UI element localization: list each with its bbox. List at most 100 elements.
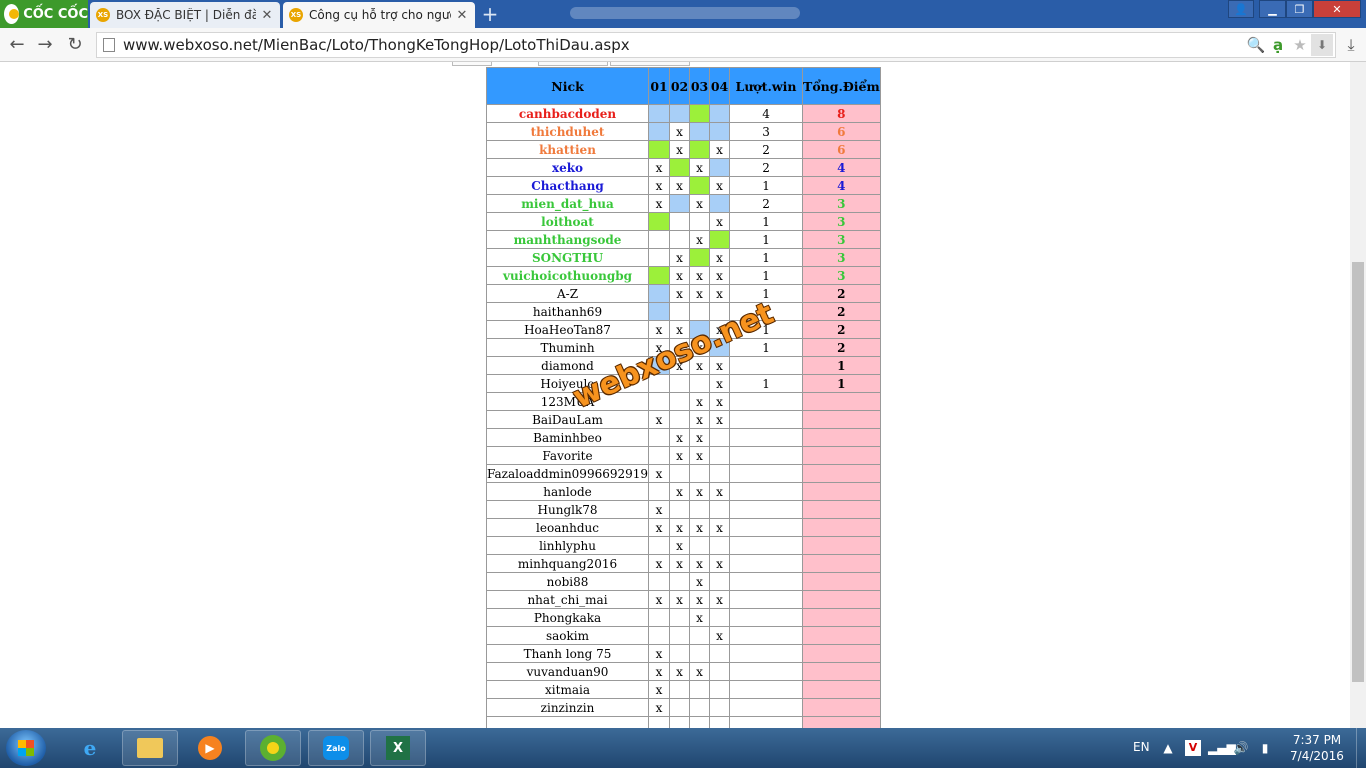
system-clock[interactable]: 7:37 PM 7/4/2016: [1286, 732, 1348, 764]
round-cell: [689, 104, 711, 123]
maximize-icon[interactable]: ❐: [1286, 0, 1313, 18]
network-signal-icon[interactable]: ▂▄▆: [1208, 740, 1236, 756]
url-text[interactable]: www.webxoso.net/MienBac/Loto/ThongKeTong…: [123, 36, 1245, 54]
adblock-icon[interactable]: ạ: [1267, 34, 1289, 56]
media-player-icon: ▶: [198, 736, 222, 760]
nick-cell: vuvanduan90: [485, 662, 650, 681]
close-window-icon[interactable]: ✕: [1313, 0, 1361, 18]
battery-icon[interactable]: ▮: [1257, 740, 1273, 756]
address-bar[interactable]: www.webxoso.net/MienBac/Loto/ThongKeTong…: [96, 32, 1336, 58]
windows-start-icon[interactable]: [6, 730, 46, 766]
table-row: canhbacdoden 4 8: [485, 104, 881, 123]
page-tab-edge[interactable]: [452, 62, 492, 66]
round-cell: x: [709, 554, 731, 573]
browser-tab-box-dac-biet[interactable]: XS BOX ĐẶC BIỆT | Diễn đàn x ✕: [90, 2, 280, 28]
round-cell: [709, 698, 731, 717]
nick-cell: loithoat: [485, 212, 650, 231]
round-cell: x: [669, 662, 691, 681]
table-row: saokim x: [485, 626, 881, 645]
round-cell: [648, 248, 671, 267]
page-icon: [103, 38, 115, 52]
reload-icon[interactable]: ↻: [64, 34, 86, 56]
round-cell: x: [709, 626, 731, 645]
profile-icon[interactable]: 👤: [1228, 0, 1254, 18]
round-cell: x: [709, 590, 731, 609]
wins-cell: [729, 554, 804, 573]
language-indicator[interactable]: EN: [1133, 740, 1150, 754]
minimize-icon[interactable]: ▁: [1259, 0, 1286, 18]
round-cell: [669, 212, 691, 231]
taskbar-media-player[interactable]: ▶: [182, 730, 238, 766]
taskbar-zalo[interactable]: Zalo: [308, 730, 364, 766]
page-top-tabs: [452, 62, 692, 66]
zoom-search-icon[interactable]: 🔍: [1245, 34, 1267, 56]
nick-cell: nobi88: [485, 572, 650, 591]
round-cell: x: [648, 644, 671, 663]
nick-cell: hanlode: [485, 482, 650, 501]
round-cell: x: [709, 248, 731, 267]
round-cell: x: [648, 176, 671, 195]
nick-cell: vuichoicothuongbg: [485, 266, 650, 285]
tab-close-icon[interactable]: ✕: [260, 8, 274, 23]
round-cell: x: [709, 212, 731, 231]
nick-cell: nhat_chi_mai: [485, 590, 650, 609]
page-viewport: Nick 01 02 03 04 Lượt.win Tổng.Điểm canhbacdod…: [0, 62, 1350, 728]
volume-icon[interactable]: 🔊: [1233, 740, 1249, 756]
forward-arrow-icon[interactable]: →: [34, 34, 56, 56]
round-cell: x: [709, 284, 731, 303]
taskbar-file-explorer[interactable]: [122, 730, 178, 766]
points-cell: 3: [802, 230, 881, 249]
coccoc-menu-button[interactable]: CỐC CỐC: [0, 0, 88, 28]
nick-cell: linhlyphu: [485, 536, 650, 555]
taskbar-coccoc[interactable]: [245, 730, 301, 766]
round-cell: [709, 302, 731, 321]
download-manager-icon[interactable]: ⤓: [1342, 36, 1360, 54]
round-cell: [669, 572, 691, 591]
scrollbar-thumb[interactable]: [1352, 262, 1364, 682]
round-cell: x: [689, 608, 711, 627]
round-cell: [648, 230, 671, 249]
table-body: canhbacdoden 4 8 thichduhet x 3 6 khattien x x 2 6 x…: [485, 104, 881, 728]
show-desktop-button[interactable]: [1356, 728, 1366, 768]
round-cell: x: [689, 284, 711, 303]
nick-cell: BaiDauLam: [485, 410, 650, 429]
points-cell: [802, 572, 881, 591]
taskbar-excel[interactable]: X: [370, 730, 426, 766]
round-cell: x: [689, 572, 711, 591]
page-tab-edge[interactable]: [538, 62, 608, 66]
download-icon[interactable]: ⬇: [1311, 34, 1333, 56]
points-cell: 6: [802, 140, 881, 159]
wins-cell: [729, 716, 804, 728]
round-cell: x: [669, 176, 691, 195]
round-cell: [648, 140, 671, 159]
back-arrow-icon[interactable]: ←: [6, 34, 28, 56]
table-row: loithoat x 1 3: [485, 212, 881, 231]
wins-cell: [729, 590, 804, 609]
page-tab-edge[interactable]: [610, 62, 690, 66]
table-row: Baminhbeo x x: [485, 428, 881, 447]
browser-toolbar: ← → ↻ www.webxoso.net/MienBac/Loto/Thong…: [0, 28, 1366, 62]
unikey-v-icon[interactable]: V: [1185, 740, 1201, 756]
new-tab-plus-icon[interactable]: +: [480, 4, 500, 24]
round-cell: x: [669, 284, 691, 303]
round-cell: [709, 572, 731, 591]
wins-cell: [729, 392, 804, 411]
round-cell: [689, 320, 711, 339]
bookmark-star-icon[interactable]: ★: [1289, 34, 1311, 56]
wins-cell: 2: [729, 158, 804, 177]
wins-cell: 1: [729, 176, 804, 195]
round-cell: [648, 392, 671, 411]
browser-tab-cong-cu[interactable]: XS Công cụ hỗ trợ cho người ✕: [283, 2, 475, 28]
tab-close-icon[interactable]: ✕: [455, 8, 469, 23]
round-cell: x: [648, 698, 671, 717]
wins-cell: [729, 356, 804, 375]
round-cell: [709, 500, 731, 519]
vertical-scrollbar[interactable]: [1350, 62, 1366, 728]
wins-cell: 1: [729, 284, 804, 303]
round-cell: [669, 194, 691, 213]
table-row: linhlyphu x: [485, 536, 881, 555]
points-cell: 4: [802, 158, 881, 177]
wins-cell: [729, 446, 804, 465]
show-hidden-icons-icon[interactable]: ▲: [1160, 740, 1176, 756]
taskbar-internet-explorer[interactable]: e: [62, 730, 118, 766]
